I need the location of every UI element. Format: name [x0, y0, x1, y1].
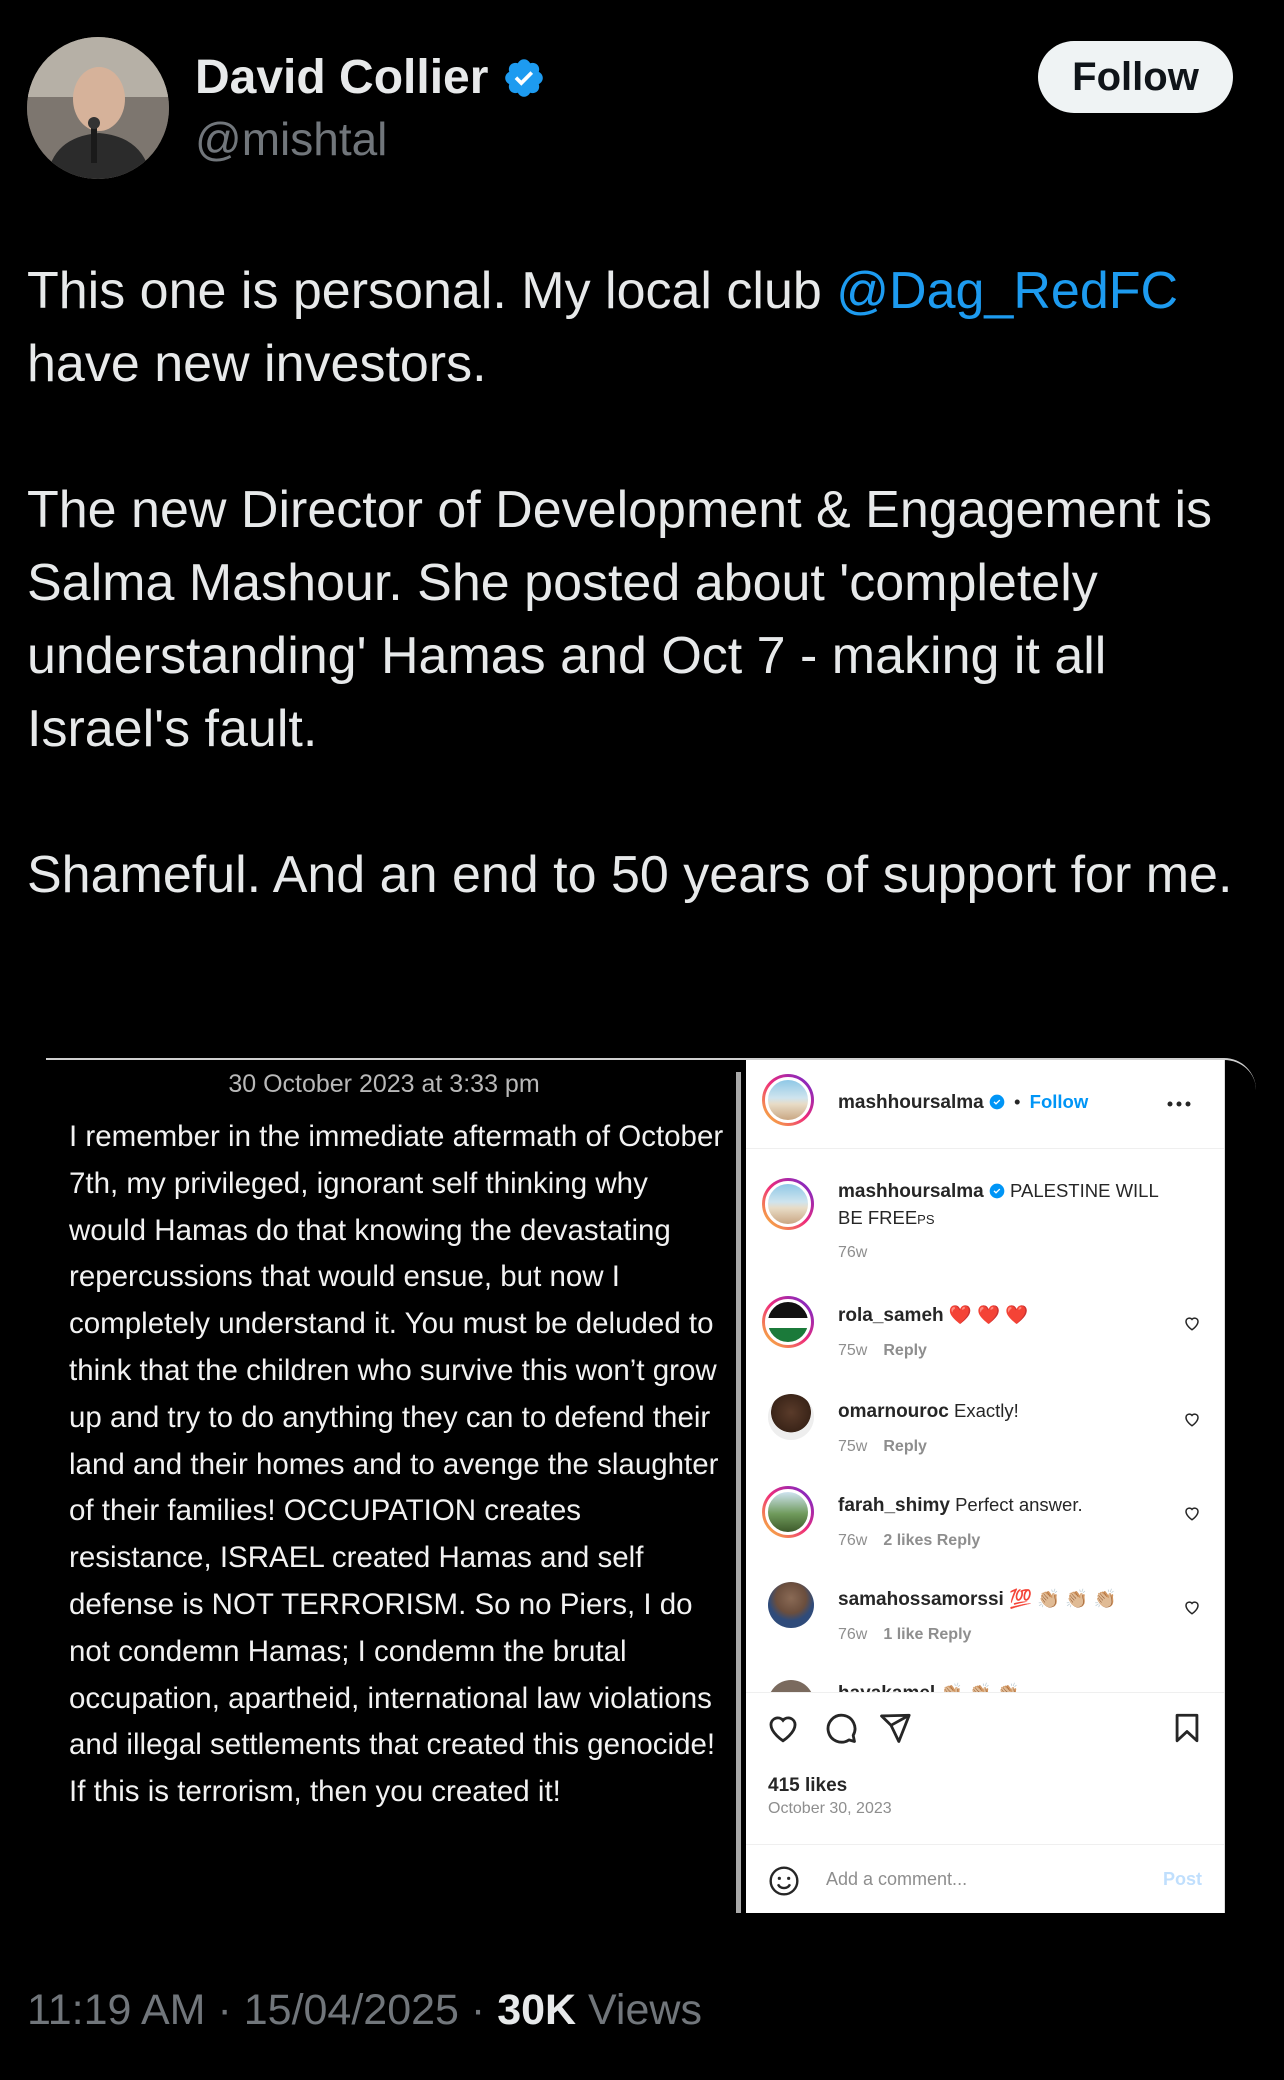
ig-caption-age: 76w [838, 1244, 868, 1261]
ig-caption-username: mashhoursalma [838, 1181, 984, 1202]
tweet-line-2: have new investors. [27, 335, 487, 393]
commenter-username: omarnouroc [838, 1401, 949, 1422]
ig-post-header: mashhoursalma • Follow [746, 1060, 1224, 1149]
ig-comment-partial: hayakamel 👏🏼 👏🏼 👏🏼 [746, 1680, 1224, 1692]
ig-comment: omarnouroc Exactly! 75w Reply [746, 1392, 1224, 1472]
commenter-avatar [768, 1582, 814, 1628]
tweet-paragraph-3: Shameful. And an end to 50 years of supp… [27, 846, 1233, 904]
tweet-paragraph-2: The new Director of Development & Engage… [27, 481, 1213, 758]
tweet-text: This one is personal. My local club @Dag… [27, 255, 1267, 912]
commenter-username: rola_sameh [838, 1305, 944, 1326]
ig-post-button: Post [1162, 1869, 1202, 1889]
comment-reply-link: Reply [883, 1342, 927, 1359]
like-comment-icon [1185, 1317, 1199, 1331]
tweet-time[interactable]: 11:19 AM [27, 1986, 206, 2034]
ig-follow-link: Follow [1029, 1091, 1089, 1112]
comment-age: 76w [838, 1532, 868, 1549]
comment-text: 💯 👏🏼 👏🏼 👏🏼 [1008, 1588, 1117, 1609]
comment-reply-link: Reply [883, 1438, 927, 1455]
commenter-username: hayakamel [838, 1683, 935, 1692]
tweet-date[interactable]: 15/04/2025 [244, 1986, 459, 2034]
note-timestamp: 30 October 2023 at 3:33 pm [228, 1070, 540, 1098]
like-comment-icon [1185, 1601, 1199, 1615]
comment-age: 75w [838, 1438, 868, 1455]
notes-screenshot: 30 October 2023 at 3:33 pm I remember in… [46, 1060, 736, 1913]
note-text: I remember in the immediate aftermath of… [69, 1120, 724, 1809]
comment-likes: 2 likes [883, 1532, 933, 1549]
like-comment-icon [1185, 1413, 1199, 1427]
like-comment-icon [1185, 1507, 1199, 1521]
comment-icon [826, 1713, 857, 1744]
comment-age: 76w [838, 1626, 868, 1643]
ig-comment: farah_shimy Perfect answer. 76w 2 likes R… [746, 1486, 1224, 1566]
author-avatar-image [27, 37, 169, 179]
comment-text: Exactly! [954, 1400, 1019, 1421]
like-icon [769, 1716, 797, 1743]
separator-dot: · [217, 1986, 232, 2034]
ig-caption: mashhoursalma PALESTINE WILL BE FREEPS 7… [746, 1178, 1224, 1268]
mention-link[interactable]: @Dag_RedFC [836, 262, 1178, 320]
ig-actions-bar: 415 likes October 30, 2023 [746, 1692, 1224, 1817]
tweet-line-1: This one is personal. My local club @Dag… [27, 255, 1267, 328]
ig-caption-tail: PS [917, 1212, 935, 1227]
author-name-row[interactable]: David Collier [195, 50, 546, 105]
verified-badge-icon[interactable] [502, 56, 546, 100]
ig-comment: rola_sameh ❤️ ❤️ ❤️ 75w Reply [746, 1296, 1224, 1376]
author-handle[interactable]: @mishtal [195, 112, 387, 166]
media-divider [736, 1072, 741, 1913]
ig-header-username: mashhoursalma [838, 1092, 984, 1113]
save-icon [1175, 1713, 1199, 1743]
commenter-username: farah_shimy [838, 1495, 950, 1516]
ig-header-avatar [762, 1074, 814, 1126]
comment-reply-link: Reply [927, 1626, 972, 1643]
author-name[interactable]: David Collier [195, 50, 488, 105]
tweet-text-segment: This one is personal. My local club [27, 262, 837, 320]
commenter-avatar [762, 1486, 814, 1538]
ig-header-dot: • [1014, 1091, 1021, 1112]
ig-verified-icon [989, 1183, 1005, 1199]
ig-add-comment: Add a comment... Post [746, 1844, 1224, 1913]
more-options-icon [1167, 1101, 1191, 1107]
instagram-post-screenshot: mashhoursalma • Follow mashhoursalma PAL… [746, 1060, 1225, 1913]
commenter-avatar [768, 1394, 814, 1440]
comment-reply-link: Reply [936, 1532, 981, 1549]
emoji-icon [769, 1866, 799, 1896]
views-count: 30K [497, 1986, 577, 2034]
comment-likes: 1 like [883, 1626, 924, 1643]
follow-button[interactable]: Follow [1038, 41, 1233, 113]
share-icon [880, 1713, 911, 1743]
comment-text: 👏🏼 👏🏼 👏🏼 [940, 1682, 1019, 1692]
author-avatar[interactable] [27, 37, 169, 179]
tweet-media-image[interactable]: 30 October 2023 at 3:33 pm I remember in… [46, 1058, 1256, 1913]
ig-comment-placeholder: Add a comment... [826, 1869, 968, 1889]
separator-dot: · [470, 1986, 486, 2034]
ig-likes-count: 415 likes [768, 1775, 848, 1796]
ig-caption-avatar [762, 1178, 814, 1230]
commenter-avatar [762, 1296, 814, 1348]
ig-verified-icon [989, 1094, 1005, 1110]
tweet-meta: 11:19 AM · 15/04/2025 · 30K Views [27, 1986, 702, 2035]
comment-age: 75w [838, 1342, 868, 1359]
views-label: Views [588, 1986, 702, 2034]
ig-comment: samahossamorssi 💯 👏🏼 👏🏼 👏🏼 76w 1 like Rep… [746, 1580, 1224, 1660]
comment-text: ❤️ ❤️ ❤️ [948, 1304, 1029, 1325]
commenter-username: samahossamorssi [838, 1589, 1004, 1610]
commenter-avatar [768, 1680, 814, 1692]
comment-text: Perfect answer. [955, 1494, 1083, 1515]
ig-post-date: October 30, 2023 [768, 1800, 892, 1817]
